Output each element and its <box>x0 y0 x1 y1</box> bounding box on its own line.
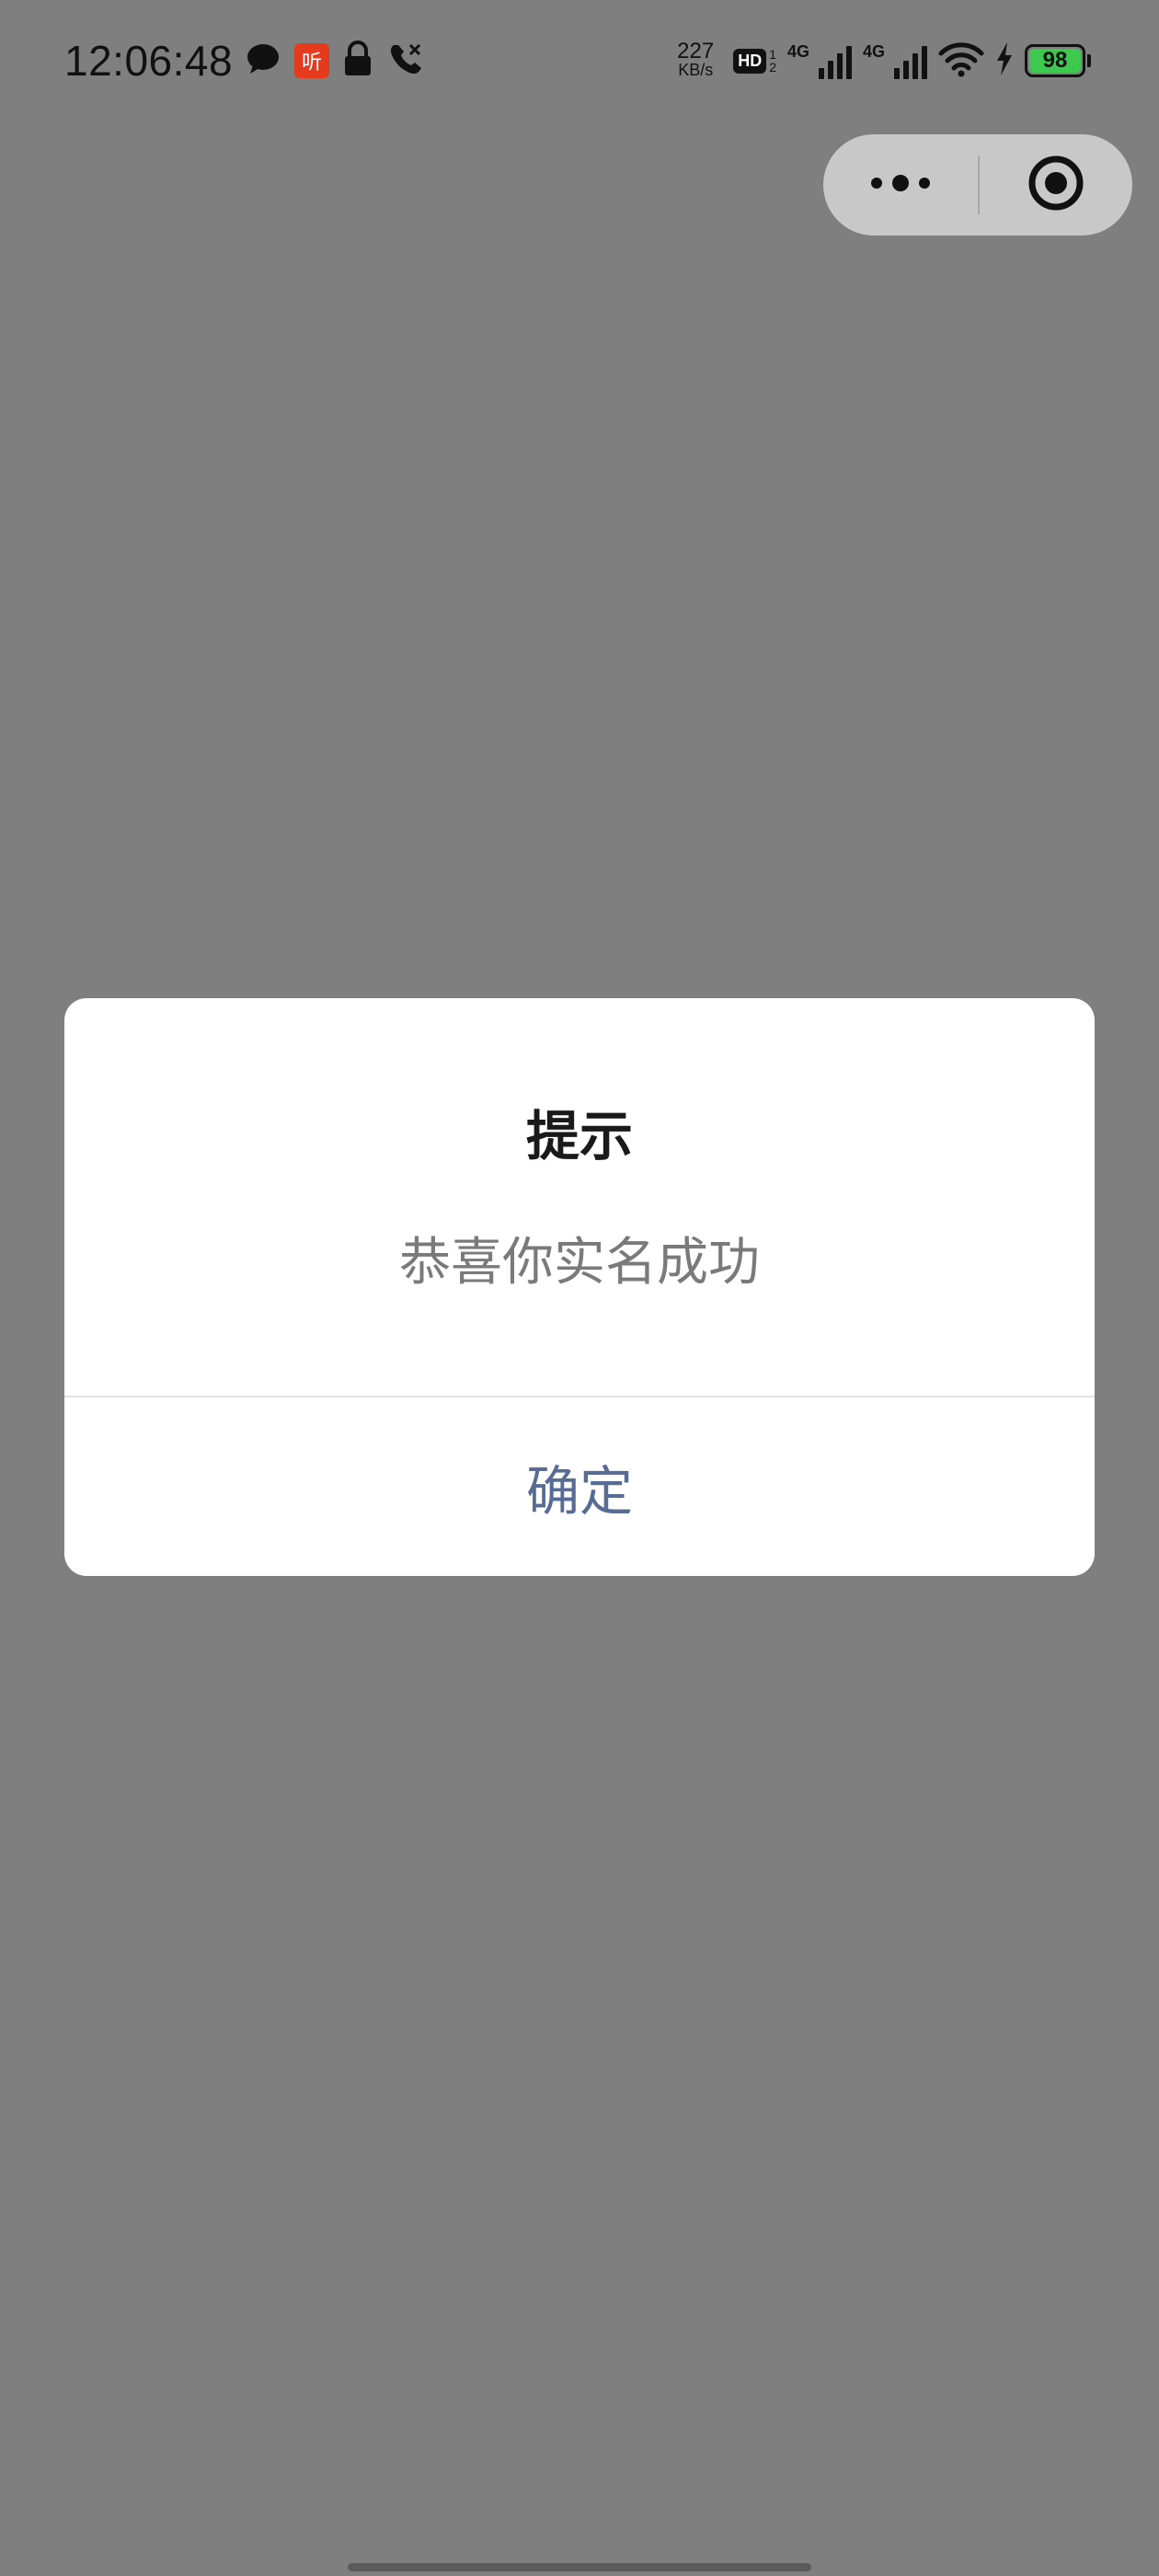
cellular-signal-2-icon: 4G <box>863 42 927 79</box>
battery-level: 98 <box>1029 48 1081 73</box>
chat-bubble-icon <box>245 40 281 81</box>
more-dots-icon <box>868 172 933 198</box>
close-miniprogram-button[interactable] <box>980 134 1132 236</box>
status-time: 12:06:48 <box>64 37 234 85</box>
cellular-signal-1-icon: 4G <box>787 42 852 79</box>
dialog-message: 恭喜你实名成功 <box>399 1233 760 1293</box>
lock-icon <box>342 40 373 81</box>
more-button[interactable] <box>823 134 978 236</box>
network-speed: 227 KB/s <box>677 39 715 80</box>
phone-call-icon <box>386 40 425 82</box>
confirm-button[interactable]: 确定 <box>64 1397 1095 1576</box>
status-bar: 12:06:48 听 227 KB/s HD 1 2 4G 4G 98 <box>0 0 1159 120</box>
dialog-title: 提示 <box>525 1105 633 1167</box>
target-close-icon <box>1027 154 1085 216</box>
battery-icon: 98 <box>1025 44 1091 77</box>
wifi-icon <box>938 40 984 81</box>
status-system-icons: 227 KB/s HD 1 2 4G 4G 98 <box>658 37 1091 85</box>
hd-voice-icon: HD 1 2 <box>733 48 776 74</box>
status-notification-icons: 听 <box>245 40 438 81</box>
miniprogram-capsule <box>823 134 1132 236</box>
ting-app-icon: 听 <box>294 43 329 78</box>
alert-dialog: 提示 恭喜你实名成功 确定 <box>64 998 1095 1576</box>
charging-bolt-icon <box>995 41 1014 80</box>
home-indicator[interactable] <box>348 2563 811 2571</box>
